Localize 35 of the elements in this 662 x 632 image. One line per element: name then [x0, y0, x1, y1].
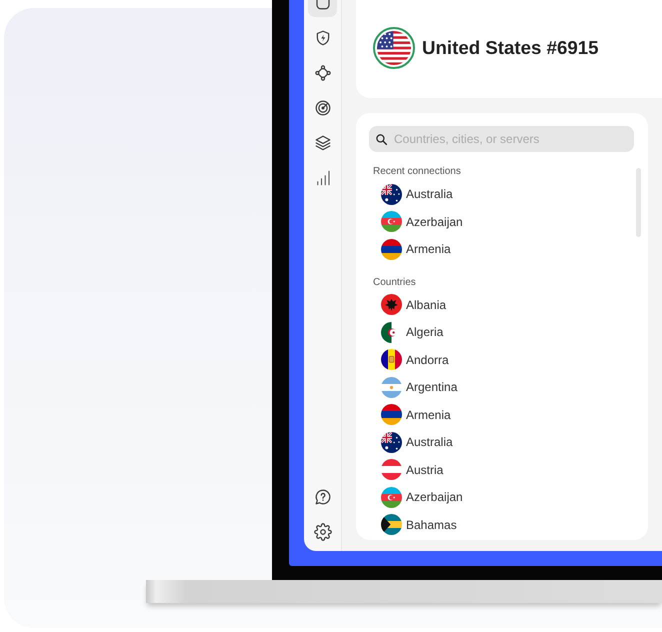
network-icon — [314, 64, 332, 82]
layers-icon — [314, 134, 332, 152]
australian-flag-icon — [381, 432, 402, 453]
section-heading: Recent connections — [373, 165, 461, 179]
settings-icon — [314, 522, 332, 540]
austrian-flag-icon — [381, 459, 402, 480]
server-name: United States #6915 — [422, 37, 599, 59]
help-icon — [314, 488, 332, 506]
search-field[interactable]: Countries, cities, or servers — [369, 126, 634, 152]
armenian-flag-icon — [381, 404, 402, 426]
country-item[interactable]: Australia — [381, 428, 453, 456]
country-item[interactable]: Argentina — [381, 374, 458, 401]
sidebar-button[interactable] — [308, 0, 337, 17]
country-item[interactable]: Algeria — [381, 318, 444, 346]
azerbaijani-flag-icon — [381, 486, 402, 508]
target-icon — [314, 99, 332, 117]
country-item[interactable]: Azerbaijan — [381, 208, 463, 236]
azerbaijani-flag-icon — [381, 211, 402, 232]
country-item[interactable]: Bahamas — [381, 511, 457, 538]
scrollbar-thumb[interactable] — [636, 168, 641, 237]
search-icon — [375, 132, 388, 146]
country-item[interactable]: Armenia — [381, 236, 451, 263]
section-heading: Countries — [373, 276, 416, 290]
country-item[interactable]: Armenia — [381, 401, 451, 428]
country-item[interactable]: Azerbaijan — [381, 484, 463, 511]
armenian-flag-icon — [381, 238, 402, 260]
argentine-flag-icon — [381, 376, 402, 398]
country-item[interactable]: Andorra — [381, 346, 449, 374]
country-item[interactable]: Albania — [381, 291, 446, 318]
bahamian-flag-icon — [381, 514, 402, 536]
albanian-flag-icon — [381, 294, 402, 316]
country-item[interactable]: Australia — [381, 180, 453, 208]
country-item[interactable]: Austria — [381, 456, 444, 484]
andorran-flag-icon — [381, 349, 402, 370]
australian-flag-icon — [381, 184, 402, 205]
